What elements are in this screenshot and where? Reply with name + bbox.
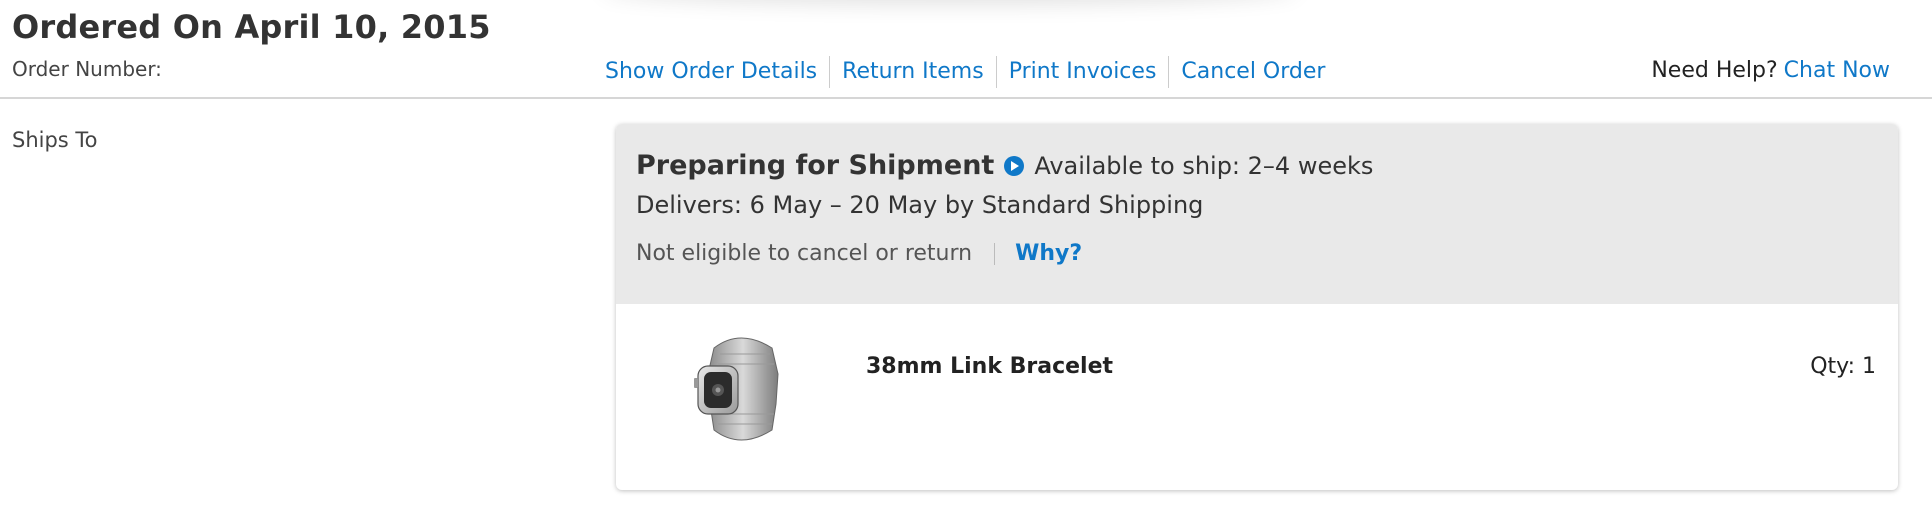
watch-product-image[interactable] [690, 334, 790, 444]
shipment-item: 38mm Link Bracelet Qty: 1 [616, 304, 1898, 490]
eligibility-text: Not eligible to cancel or return [636, 241, 973, 266]
print-invoices-link[interactable]: Print Invoices [995, 56, 1169, 88]
chat-now-link[interactable]: Chat Now [1784, 58, 1890, 83]
why-separator [994, 242, 996, 265]
delivery-estimate: Delivers: 6 May – 20 May by Standard Shi… [636, 191, 1204, 219]
item-quantity: Qty: 1 [1810, 354, 1876, 379]
page-title: Ordered On April 10, 2015 [12, 8, 491, 46]
help-section: Need Help? Chat Now [1651, 58, 1890, 83]
item-name[interactable]: 38mm Link Bracelet [866, 354, 1113, 379]
header-divider [0, 97, 1932, 99]
availability-text: Available to ship: 2–4 weeks [1034, 151, 1374, 180]
play-icon[interactable] [1004, 155, 1025, 176]
cancel-order-link[interactable]: Cancel Order [1168, 56, 1337, 88]
order-actions-bar: Show Order Details Return Items Print In… [597, 56, 1337, 88]
eligibility-row: Not eligible to cancel or return Why? [636, 241, 1878, 266]
shipment-status: Preparing for Shipment [636, 150, 995, 181]
shipment-header: Preparing for Shipment Available to ship… [616, 124, 1898, 304]
why-link[interactable]: Why? [1015, 241, 1082, 266]
order-number-label: Order Number: [12, 57, 162, 81]
need-help-text: Need Help? [1651, 58, 1778, 83]
return-items-link[interactable]: Return Items [829, 56, 996, 88]
shipment-card: Preparing for Shipment Available to ship… [616, 124, 1898, 490]
shipment-status-line: Preparing for Shipment Available to ship… [636, 150, 1878, 181]
show-order-details-link[interactable]: Show Order Details [597, 56, 829, 88]
ships-to-label: Ships To [12, 128, 98, 152]
